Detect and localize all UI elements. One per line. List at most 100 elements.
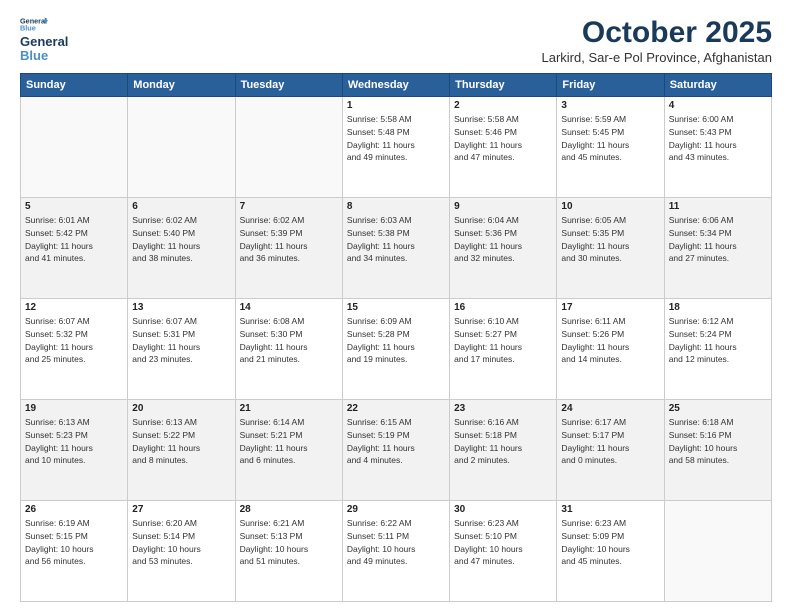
day-info-line: and 25 minutes. [25,353,123,366]
day-number: 14 [240,302,338,313]
day-info: Sunrise: 6:00 AMSunset: 5:43 PMDaylight:… [669,113,767,164]
day-info-line: and 12 minutes. [669,353,767,366]
day-info-line: and 2 minutes. [454,454,552,467]
day-info: Sunrise: 5:58 AMSunset: 5:48 PMDaylight:… [347,113,445,164]
calendar-cell: 20 Sunrise: 6:13 AMSunset: 5:22 PMDayligh… [128,400,235,501]
day-info-line: and 53 minutes. [132,555,230,568]
day-info-line: Sunset: 5:21 PM [240,429,338,442]
day-info-line: Sunset: 5:23 PM [25,429,123,442]
day-info-line: Daylight: 11 hours [454,240,552,253]
calendar-cell: 24Sunrise: 6:17 AMSunset: 5:17 PMDayligh… [557,400,664,501]
day-number: 8 [347,201,445,212]
calendar-cell: 16Sunrise: 6:10 AMSunset: 5:27 PMDayligh… [450,299,557,400]
weekday-header-wednesday: Wednesday [342,74,449,97]
day-info: Sunrise: 6:21 AMSunset: 5:13 PMDaylight:… [240,517,338,568]
day-info-line: Sunset: 5:26 PM [561,328,659,341]
day-info-line: Daylight: 11 hours [669,139,767,152]
day-info-line: Sunrise: 6:13 AM [132,416,230,429]
day-info-line: and 36 minutes. [240,252,338,265]
day-info-line: and 14 minutes. [561,353,659,366]
day-info-line: Daylight: 10 hours [669,442,767,455]
day-info-line: Sunrise: 6:02 AM [132,214,230,227]
day-info-line: Sunrise: 6:14 AM [240,416,338,429]
day-info-line: Sunrise: 6:15 AM [347,416,445,429]
day-info: Sunrise: 6:13 AMSunset: 5:23 PMDaylight:… [25,416,123,467]
day-info-line: and 21 minutes. [240,353,338,366]
day-info-line: Daylight: 11 hours [347,442,445,455]
day-number: 11 [669,201,767,212]
day-number: 24 [561,403,659,414]
day-info-line: and 34 minutes. [347,252,445,265]
day-info-line: Sunset: 5:10 PM [454,530,552,543]
day-info-line: Sunrise: 6:01 AM [25,214,123,227]
calendar-cell: 22Sunrise: 6:15 AMSunset: 5:19 PMDayligh… [342,400,449,501]
day-info-line: Daylight: 11 hours [347,341,445,354]
day-info-line: Sunset: 5:30 PM [240,328,338,341]
calendar-cell: 9Sunrise: 6:04 AMSunset: 5:36 PMDaylight… [450,198,557,299]
day-info-line: Daylight: 11 hours [669,341,767,354]
calendar-cell: 13Sunrise: 6:07 AMSunset: 5:31 PMDayligh… [128,299,235,400]
day-info: Sunrise: 6:22 AMSunset: 5:11 PMDaylight:… [347,517,445,568]
day-info-line: Sunrise: 6:06 AM [669,214,767,227]
day-info-line: Sunrise: 6:18 AM [669,416,767,429]
calendar-cell: 5Sunrise: 6:01 AMSunset: 5:42 PMDaylight… [21,198,128,299]
day-info: Sunrise: 6:03 AMSunset: 5:38 PMDaylight:… [347,214,445,265]
day-info-line: Daylight: 11 hours [347,139,445,152]
day-info-line: Daylight: 11 hours [669,240,767,253]
day-info-line: and 51 minutes. [240,555,338,568]
day-info: Sunrise: 6:20 AMSunset: 5:14 PMDaylight:… [132,517,230,568]
day-info-line: Sunrise: 6:00 AM [669,113,767,126]
day-info: Sunrise: 6:13 AMSunset: 5:22 PMDaylight:… [132,416,230,467]
day-info-line: Sunset: 5:42 PM [25,227,123,240]
day-info-line: Sunset: 5:45 PM [561,126,659,139]
day-info-line: and 38 minutes. [132,252,230,265]
day-info-line: Sunrise: 6:22 AM [347,517,445,530]
day-number: 15 [347,302,445,313]
day-info-line: Sunrise: 6:03 AM [347,214,445,227]
day-info-line: Daylight: 11 hours [25,341,123,354]
day-info-line: and 47 minutes. [454,151,552,164]
location: Larkird, Sar-e Pol Province, Afghanistan [541,50,772,65]
day-info-line: Sunset: 5:48 PM [347,126,445,139]
day-info-line: Daylight: 11 hours [240,442,338,455]
day-info: Sunrise: 6:10 AMSunset: 5:27 PMDaylight:… [454,315,552,366]
day-info: Sunrise: 6:11 AMSunset: 5:26 PMDaylight:… [561,315,659,366]
day-info-line: and 8 minutes. [132,454,230,467]
day-info: Sunrise: 6:07 AMSunset: 5:32 PMDaylight:… [25,315,123,366]
day-info-line: Sunrise: 5:58 AM [454,113,552,126]
day-info-line: Sunrise: 6:13 AM [25,416,123,429]
day-number: 20 [132,403,230,414]
day-number: 17 [561,302,659,313]
calendar-cell: 4Sunrise: 6:00 AMSunset: 5:43 PMDaylight… [664,97,771,198]
day-info-line: Sunset: 5:09 PM [561,530,659,543]
calendar-cell: 15Sunrise: 6:09 AMSunset: 5:28 PMDayligh… [342,299,449,400]
calendar-cell: 27Sunrise: 6:20 AMSunset: 5:14 PMDayligh… [128,501,235,602]
calendar-cell: 12 Sunrise: 6:07 AMSunset: 5:32 PMDayligh… [21,299,128,400]
calendar: SundayMondayTuesdayWednesdayThursdayFrid… [20,73,772,602]
day-info-line: Daylight: 11 hours [240,341,338,354]
day-number: 12 [25,302,123,313]
calendar-cell: 10Sunrise: 6:05 AMSunset: 5:35 PMDayligh… [557,198,664,299]
calendar-cell: 6Sunrise: 6:02 AMSunset: 5:40 PMDaylight… [128,198,235,299]
month-title: October 2025 [541,16,772,50]
day-number: 13 [132,302,230,313]
day-info-line: and 49 minutes. [347,555,445,568]
day-info: Sunrise: 5:59 AMSunset: 5:45 PMDaylight:… [561,113,659,164]
day-info-line: Sunset: 5:15 PM [25,530,123,543]
day-number: 2 [454,100,552,111]
day-info-line: Sunset: 5:19 PM [347,429,445,442]
day-info-line: and 56 minutes. [25,555,123,568]
day-info-line: Daylight: 11 hours [132,341,230,354]
weekday-header-saturday: Saturday [664,74,771,97]
day-info: Sunrise: 6:05 AMSunset: 5:35 PMDaylight:… [561,214,659,265]
day-info-line: Sunrise: 6:20 AM [132,517,230,530]
day-info: Sunrise: 6:06 AMSunset: 5:34 PMDaylight:… [669,214,767,265]
calendar-cell [128,97,235,198]
day-number: 18 [669,302,767,313]
day-info-line: Daylight: 11 hours [454,341,552,354]
day-info-line: Sunrise: 6:12 AM [669,315,767,328]
day-number: 30 [454,504,552,515]
day-info-line: Sunset: 5:43 PM [669,126,767,139]
day-info-line: Sunrise: 6:11 AM [561,315,659,328]
day-number: 9 [454,201,552,212]
